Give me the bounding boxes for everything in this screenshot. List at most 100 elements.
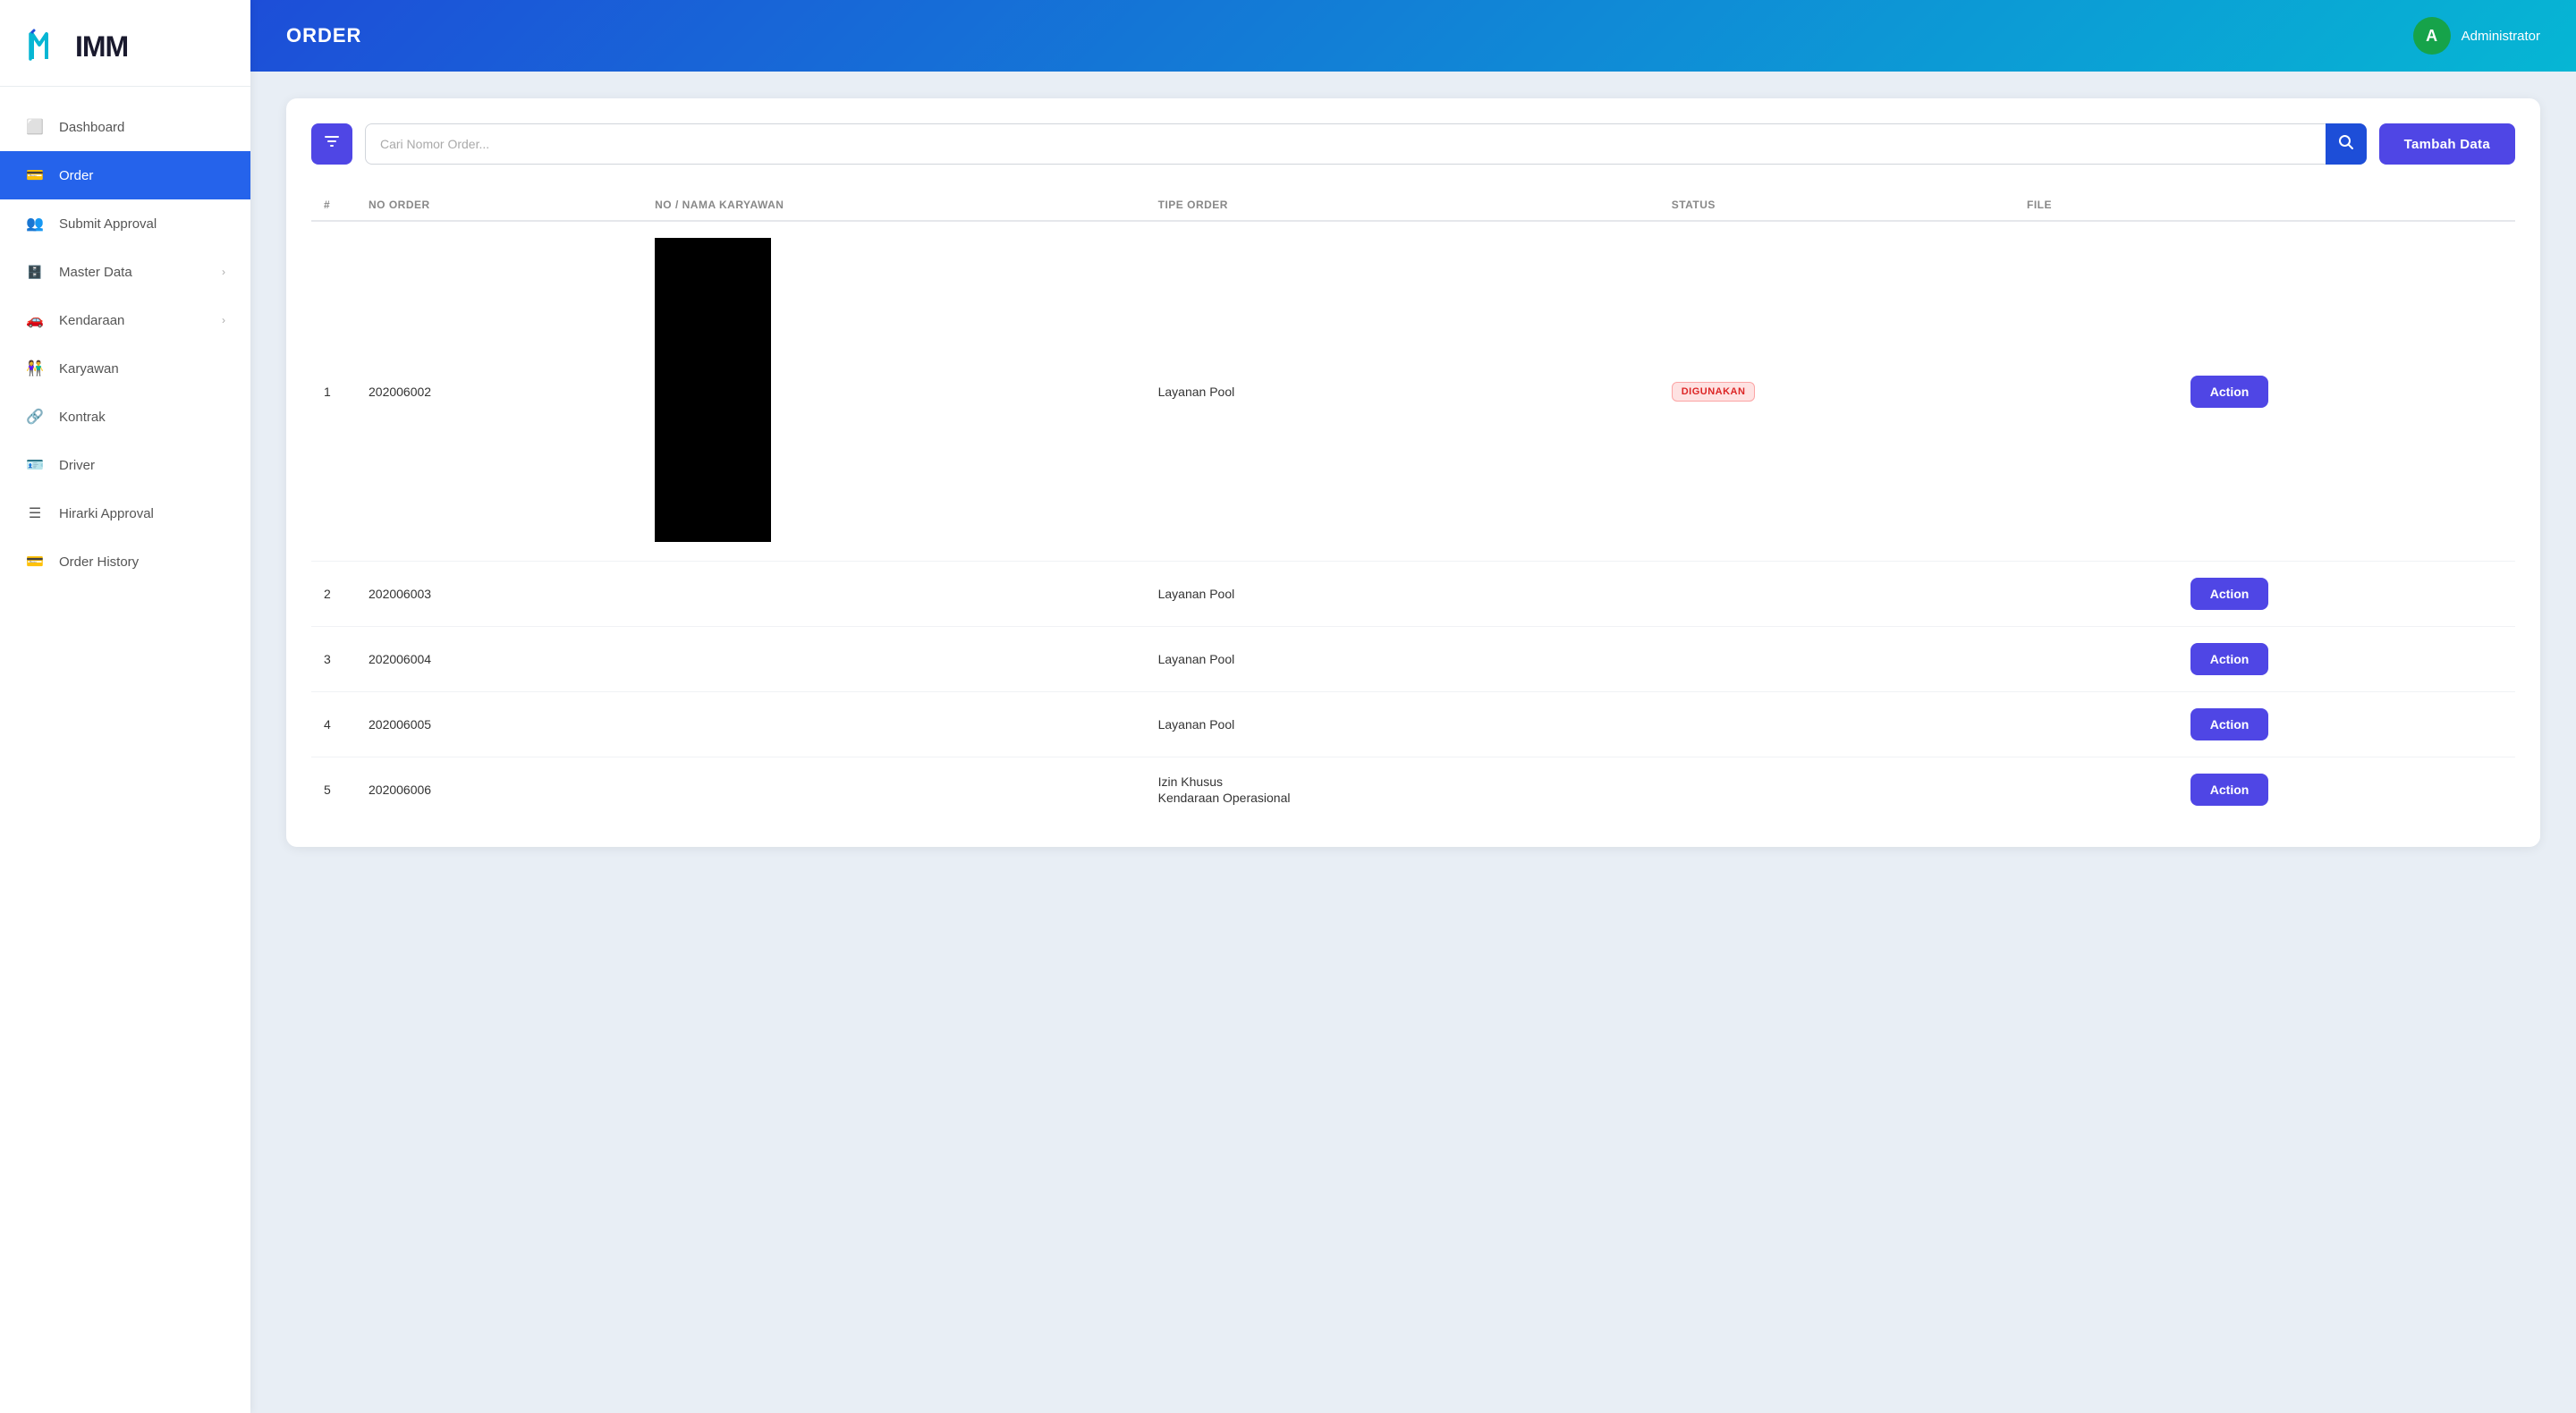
table-header-row: # NO ORDER NO / NAMA KARYAWAN TIPE ORDER…	[311, 190, 2515, 221]
cell-no: 5	[311, 757, 356, 823]
cell-file	[2014, 627, 2178, 692]
cell-status: DIGUNAKAN	[1659, 221, 2014, 562]
cell-no-order: 202006002	[356, 221, 642, 562]
cell-no-order: 202006003	[356, 562, 642, 627]
action-button-2[interactable]: Action	[2190, 578, 2269, 610]
cell-file	[2014, 562, 2178, 627]
sidebar-item-kontrak[interactable]: Kontrak	[0, 393, 250, 441]
action-button-4[interactable]: Action	[2190, 708, 2269, 740]
search-input[interactable]	[365, 123, 2367, 165]
search-icon	[2338, 134, 2354, 155]
order-table: # NO ORDER NO / NAMA KARYAWAN TIPE ORDER…	[311, 190, 2515, 822]
col-header-file: FILE	[2014, 190, 2178, 221]
sidebar: IMM Dashboard Order Submit Approval Mast…	[0, 0, 250, 1413]
filter-icon	[323, 132, 341, 156]
sidebar-label-order: Order	[59, 168, 93, 183]
order-card: Tambah Data # NO ORDER NO / NAMA KARYAWA…	[286, 98, 2540, 847]
driver-icon	[25, 455, 45, 475]
search-wrapper	[365, 123, 2367, 165]
cell-karyawan	[642, 692, 1146, 757]
content-area: Tambah Data # NO ORDER NO / NAMA KARYAWA…	[250, 72, 2576, 1413]
cell-karyawan	[642, 627, 1146, 692]
tipe-order-multi: Izin Khusus Kendaraan Operasional	[1158, 774, 1647, 805]
sidebar-label-dashboard: Dashboard	[59, 120, 124, 135]
filter-button[interactable]	[311, 123, 352, 165]
sidebar-item-submit-approval[interactable]: Submit Approval	[0, 199, 250, 248]
sidebar-label-karyawan: Karyawan	[59, 361, 119, 377]
masterdata-icon	[25, 262, 45, 282]
hirarki-icon	[25, 503, 45, 523]
sidebar-item-master-data[interactable]: Master Data ›	[0, 248, 250, 296]
logo-icon	[25, 25, 68, 68]
cell-tipe-order: Layanan Pool	[1146, 627, 1659, 692]
cell-action: Action	[2178, 627, 2515, 692]
approval-icon	[25, 214, 45, 233]
action-button-5[interactable]: Action	[2190, 774, 2269, 806]
cell-file	[2014, 221, 2178, 562]
sidebar-label-hirarki: Hirarki Approval	[59, 506, 154, 521]
cell-karyawan	[642, 757, 1146, 823]
col-header-karyawan: NO / NAMA KARYAWAN	[642, 190, 1146, 221]
sidebar-item-order[interactable]: Order	[0, 151, 250, 199]
cell-no-order: 202006006	[356, 757, 642, 823]
cell-status	[1659, 757, 2014, 823]
avatar: A	[2413, 17, 2451, 55]
sidebar-item-order-history[interactable]: Order History	[0, 537, 250, 586]
monitor-icon	[25, 117, 45, 137]
sidebar-item-driver[interactable]: Driver	[0, 441, 250, 489]
table-wrapper: # NO ORDER NO / NAMA KARYAWAN TIPE ORDER…	[311, 190, 2515, 822]
sidebar-label-driver: Driver	[59, 458, 95, 473]
cell-tipe-order: Layanan Pool	[1146, 562, 1659, 627]
col-header-action	[2178, 190, 2515, 221]
logo-area: IMM	[0, 0, 250, 87]
cell-no: 1	[311, 221, 356, 562]
sidebar-label-submit-approval: Submit Approval	[59, 216, 157, 232]
chevron-right-icon-2: ›	[222, 314, 225, 326]
cell-no: 2	[311, 562, 356, 627]
cell-tipe-order: Layanan Pool	[1146, 221, 1659, 562]
cell-status	[1659, 562, 2014, 627]
cell-no-order: 202006004	[356, 627, 642, 692]
cell-no-order: 202006005	[356, 692, 642, 757]
sidebar-item-dashboard[interactable]: Dashboard	[0, 103, 250, 151]
col-header-tipe-order: TIPE ORDER	[1146, 190, 1659, 221]
search-button[interactable]	[2326, 123, 2367, 165]
cell-status	[1659, 692, 2014, 757]
cell-action: Action	[2178, 692, 2515, 757]
cell-tipe-order: Layanan Pool	[1146, 692, 1659, 757]
cell-file	[2014, 692, 2178, 757]
col-header-no: #	[311, 190, 356, 221]
sidebar-item-karyawan[interactable]: Karyawan	[0, 344, 250, 393]
col-header-no-order: NO ORDER	[356, 190, 642, 221]
table-row: 4 202006005 Layanan Pool Action	[311, 692, 2515, 757]
kendaraan-icon	[25, 310, 45, 330]
action-button-3[interactable]: Action	[2190, 643, 2269, 675]
user-area: A Administrator	[2413, 17, 2540, 55]
table-row: 1 202006002 Layanan Pool DIGUNAKAN	[311, 221, 2515, 562]
status-badge: DIGUNAKAN	[1672, 382, 1756, 402]
add-button[interactable]: Tambah Data	[2379, 123, 2515, 165]
main-area: ORDER A Administrator	[250, 0, 2576, 1413]
table-row: 3 202006004 Layanan Pool Action	[311, 627, 2515, 692]
sidebar-item-kendaraan[interactable]: Kendaraan ›	[0, 296, 250, 344]
col-header-status: STATUS	[1659, 190, 2014, 221]
history-icon	[25, 552, 45, 571]
table-row: 2 202006003 Layanan Pool Action	[311, 562, 2515, 627]
sidebar-item-hirarki-approval[interactable]: Hirarki Approval	[0, 489, 250, 537]
action-button-1[interactable]: Action	[2190, 376, 2269, 408]
cell-action: Action	[2178, 757, 2515, 823]
table-row: 5 202006006 Izin Khusus Kendaraan Operas…	[311, 757, 2515, 823]
cell-file	[2014, 757, 2178, 823]
toolbar: Tambah Data	[311, 123, 2515, 165]
cell-status	[1659, 627, 2014, 692]
header: ORDER A Administrator	[250, 0, 2576, 72]
sidebar-label-order-history: Order History	[59, 554, 139, 570]
cell-action: Action	[2178, 221, 2515, 562]
sidebar-nav: Dashboard Order Submit Approval Master D…	[0, 87, 250, 1413]
sidebar-label-master-data: Master Data	[59, 265, 132, 280]
cell-karyawan	[642, 562, 1146, 627]
cell-action: Action	[2178, 562, 2515, 627]
karyawan-icon	[25, 359, 45, 378]
sidebar-label-kendaraan: Kendaraan	[59, 313, 124, 328]
sidebar-label-kontrak: Kontrak	[59, 410, 106, 425]
